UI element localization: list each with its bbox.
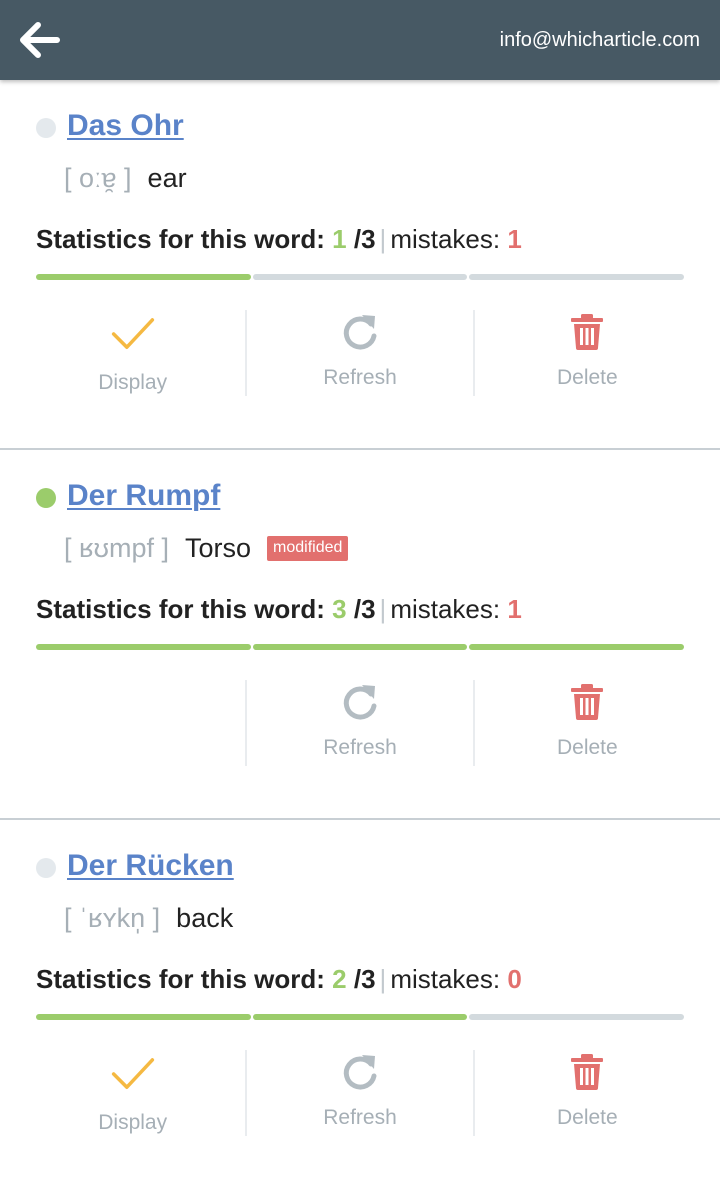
word-card: Das Ohr [ oːɐ̯ ] ear Statistics for this…	[0, 80, 720, 450]
delete-button[interactable]: Delete	[472, 310, 700, 396]
word-title-link[interactable]: Das Ohr	[67, 108, 184, 144]
refresh-button[interactable]: Refresh	[245, 310, 472, 396]
stats-separator: |	[379, 964, 387, 994]
pronunciation-line: [ ʁʊmpf ] Torso modifided	[64, 530, 349, 566]
checkmark-icon	[111, 312, 155, 356]
trash-icon	[565, 680, 609, 724]
word-statistics: Statistics for this word: 1 /3 | mistakes:…	[36, 222, 522, 256]
delete-label: Delete	[556, 1106, 618, 1129]
header-email[interactable]: info@whicharticle.com	[500, 28, 700, 52]
trash-icon	[565, 1050, 609, 1094]
stats-label: Statistics for this word:	[36, 224, 325, 254]
stats-label: Statistics for this word:	[36, 594, 325, 624]
refresh-button[interactable]: Refresh	[245, 680, 472, 766]
stats-separator: |	[379, 224, 387, 254]
arrow-left-icon	[20, 22, 60, 58]
progress-bar	[36, 274, 685, 280]
stats-label: Statistics for this word:	[36, 964, 325, 994]
delete-button[interactable]: Delete	[472, 680, 700, 766]
word-statistics: Statistics for this word: 2 /3 | mistakes:…	[36, 962, 522, 996]
refresh-icon	[338, 680, 382, 724]
stats-total: /3	[353, 964, 376, 994]
stats-mistakes-count: 0	[507, 964, 522, 994]
word-actions: Refresh Delete	[20, 680, 700, 766]
checkmark-icon	[111, 1052, 155, 1096]
delete-label: Delete	[556, 736, 618, 759]
progress-bar	[36, 644, 685, 650]
pronunciation-line: [ oːɐ̯ ] ear	[64, 160, 187, 196]
progress-segment	[469, 274, 685, 280]
refresh-icon	[338, 310, 382, 354]
modified-badge: modifided	[267, 535, 349, 561]
phonetic-transcription: [ oːɐ̯ ]	[64, 162, 132, 193]
progress-bar	[36, 1014, 685, 1020]
word-title-link[interactable]: Der Rücken	[67, 848, 234, 884]
phonetic-transcription: [ ˈʁʏkn̩ ]	[64, 902, 161, 933]
stats-total: /3	[353, 594, 376, 624]
refresh-label: Refresh	[323, 366, 397, 389]
progress-segment	[36, 1014, 251, 1020]
translation: Torso	[184, 532, 252, 563]
word-card: Der Rumpf [ ʁʊmpf ] Torso modifided Stat…	[0, 450, 720, 820]
progress-segment	[36, 644, 251, 650]
trash-icon	[565, 310, 609, 354]
display-button[interactable]: Display	[20, 310, 245, 396]
delete-button[interactable]: Delete	[472, 1050, 700, 1136]
word-list: Das Ohr [ oːɐ̯ ] ear Statistics for this…	[0, 80, 720, 1190]
stats-total: /3	[353, 224, 376, 254]
status-dot	[36, 118, 56, 138]
phonetic-transcription: [ ʁʊmpf ]	[64, 532, 169, 563]
mistakes-label: mistakes:	[390, 594, 501, 624]
app-header: info@whicharticle.com	[0, 0, 720, 80]
translation: ear	[147, 162, 187, 193]
word-actions: Display Refresh Delete	[20, 1050, 700, 1136]
status-dot	[36, 858, 56, 878]
progress-segment	[469, 644, 685, 650]
progress-segment	[252, 274, 468, 280]
mistakes-label: mistakes:	[390, 224, 501, 254]
stats-mistakes-count: 1	[507, 594, 522, 624]
refresh-button[interactable]: Refresh	[245, 1050, 472, 1136]
mistakes-label: mistakes:	[390, 964, 501, 994]
pronunciation-line: [ ˈʁʏkn̩ ] back	[64, 900, 233, 936]
status-dot	[36, 488, 56, 508]
stats-correct-count: 1	[332, 224, 347, 254]
progress-segment	[252, 644, 468, 650]
refresh-label: Refresh	[323, 1106, 397, 1129]
progress-segment	[252, 1014, 468, 1020]
word-statistics: Statistics for this word: 3 /3 | mistakes:…	[36, 592, 522, 626]
word-title-link[interactable]: Der Rumpf	[67, 478, 220, 514]
stats-separator: |	[379, 594, 387, 624]
progress-segment	[36, 274, 251, 280]
refresh-label: Refresh	[323, 736, 397, 759]
display-slot-empty	[20, 680, 245, 766]
word-actions: Display Refresh Delete	[20, 310, 700, 396]
display-label: Display	[98, 371, 168, 394]
stats-mistakes-count: 1	[507, 224, 522, 254]
stats-correct-count: 2	[332, 964, 347, 994]
stats-correct-count: 3	[332, 594, 347, 624]
back-button[interactable]	[16, 18, 62, 62]
delete-label: Delete	[556, 366, 618, 389]
display-button[interactable]: Display	[20, 1050, 245, 1136]
word-card: Der Rücken [ ˈʁʏkn̩ ] back Statistics fo…	[0, 820, 720, 1190]
translation: back	[176, 902, 234, 933]
display-label: Display	[98, 1111, 168, 1134]
refresh-icon	[338, 1050, 382, 1094]
progress-segment	[469, 1014, 685, 1020]
